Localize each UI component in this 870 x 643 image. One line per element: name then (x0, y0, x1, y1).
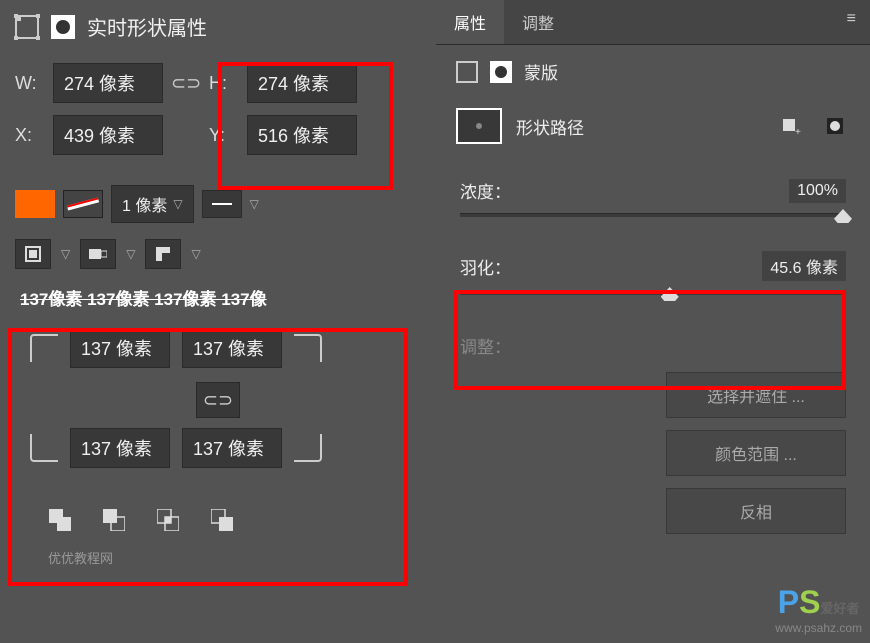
density-value[interactable]: 100% (789, 179, 846, 203)
caption: 优优教程网 (0, 548, 436, 567)
corner-tl-field[interactable]: 137 像素 (70, 328, 170, 368)
height-field[interactable]: 274 像素 (247, 63, 357, 103)
corner-br-icon (294, 434, 322, 462)
link-wh-icon[interactable]: ⊂⊃ (171, 73, 201, 94)
width-label: W: (15, 73, 45, 94)
tab-adjust[interactable]: 调整 (504, 0, 572, 44)
density-slider[interactable] (460, 213, 846, 217)
corner-tr-field[interactable]: 137 像素 (182, 328, 282, 368)
path-combine-button[interactable] (40, 502, 80, 538)
watermark: PS爱好者 www.psahz.com (775, 584, 862, 635)
y-field[interactable]: 516 像素 (247, 115, 357, 155)
y-label: Y: (209, 125, 239, 146)
x-label: X: (15, 125, 45, 146)
panel-title: 实时形状属性 (87, 12, 207, 41)
join-button[interactable] (145, 239, 181, 269)
path-exclude-button[interactable] (202, 502, 242, 538)
density-label: 浓度： (460, 178, 511, 203)
path-label: 形状路径 (516, 114, 762, 139)
svg-text:+: + (795, 127, 801, 135)
link-corners-button[interactable]: ⊂⊃ (196, 382, 240, 418)
mask-select-button[interactable] (820, 113, 850, 139)
corner-bl-icon (30, 434, 58, 462)
corner-labels: 137像素 137像素 137像素 137像 (0, 277, 436, 318)
cap-button[interactable] (80, 239, 116, 269)
feather-label: 羽化： (460, 254, 511, 279)
select-mask-button[interactable]: 选择并遮住 ... (666, 372, 846, 418)
feather-value[interactable]: 45.6 像素 (762, 251, 846, 281)
width-field[interactable]: 274 像素 (53, 63, 163, 103)
stroke-width-dropdown[interactable]: 1 像素▽ (111, 185, 194, 223)
shape-icon (15, 15, 39, 39)
shape-small-icon (456, 61, 478, 83)
mask-small-icon (490, 61, 512, 83)
mask-icon (51, 15, 75, 39)
path-thumbnail[interactable] (456, 108, 502, 144)
path-intersect-button[interactable] (148, 502, 188, 538)
adjust-label: 调整： (460, 333, 846, 358)
line-style-dropdown[interactable] (202, 190, 242, 218)
path-subtract-button[interactable] (94, 502, 134, 538)
x-field[interactable]: 439 像素 (53, 115, 163, 155)
stroke-align-button[interactable] (15, 239, 51, 269)
add-mask-button[interactable]: + (776, 113, 806, 139)
corner-bl-field[interactable]: 137 像素 (70, 428, 170, 468)
corner-br-field[interactable]: 137 像素 (182, 428, 282, 468)
stroke-swatch[interactable] (63, 190, 103, 218)
feather-slider[interactable] (460, 291, 846, 295)
invert-button[interactable]: 反相 (666, 488, 846, 534)
color-range-button[interactable]: 颜色范围 ... (666, 430, 846, 476)
height-label: H: (209, 73, 239, 94)
mask-title: 蒙版 (524, 59, 558, 84)
panel-menu-icon[interactable]: ≡ (833, 0, 870, 44)
corner-tl-icon (30, 334, 58, 362)
corner-tr-icon (294, 334, 322, 362)
tab-properties[interactable]: 属性 (436, 0, 504, 44)
fill-color-swatch[interactable] (15, 190, 55, 218)
chevron-down-icon[interactable]: ▽ (250, 197, 259, 211)
